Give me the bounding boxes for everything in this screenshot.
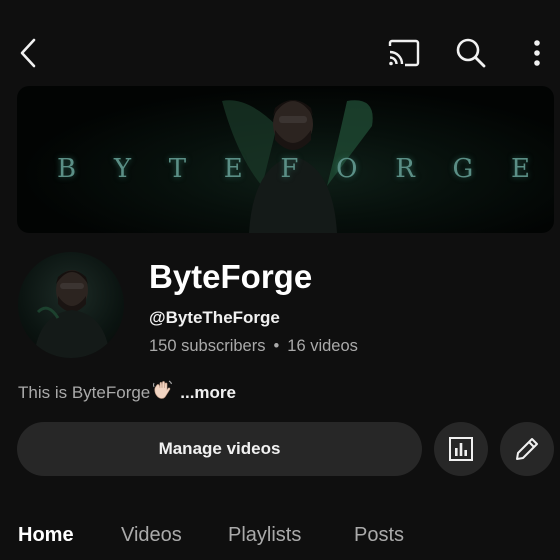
banner-letter: R: [395, 154, 417, 184]
banner-wordmark: B Y T E F O R G E: [17, 154, 554, 184]
avatar-image: [34, 270, 110, 358]
banner-letter: Y: [113, 154, 133, 184]
banner-letter: G: [452, 154, 476, 184]
banner-letter: B: [57, 154, 79, 184]
channel-stats: 150 subscribers • 16 videos: [149, 337, 358, 356]
banner-letter: O: [336, 154, 360, 184]
channel-description[interactable]: This is ByteForge ...more: [18, 379, 236, 406]
channel-banner[interactable]: B Y T E F O R G E: [17, 86, 554, 233]
edit-channel-button[interactable]: [500, 422, 554, 476]
separator-dot: •: [273, 337, 280, 355]
search-button[interactable]: [449, 31, 493, 75]
cast-icon: [388, 39, 420, 67]
channel-handle: @ByteTheForge: [149, 308, 280, 327]
banner-letter: E: [223, 154, 245, 184]
cast-button[interactable]: [382, 31, 426, 75]
waving-hand-icon: [152, 379, 174, 406]
banner-letter: F: [280, 154, 301, 184]
top-bar: [0, 0, 560, 100]
tab-videos[interactable]: Videos: [121, 524, 182, 547]
tab-posts[interactable]: Posts: [354, 524, 404, 547]
pencil-icon: [516, 438, 538, 460]
video-count: 16 videos: [287, 337, 358, 355]
search-icon: [456, 38, 486, 68]
tab-playlists[interactable]: Playlists: [228, 524, 301, 547]
banner-letter: T: [168, 154, 189, 184]
analytics-icon: [449, 437, 473, 461]
banner-letter: E: [510, 154, 532, 184]
description-text: This is ByteForge: [18, 382, 151, 402]
chevron-left-icon: [20, 38, 36, 68]
tab-home[interactable]: Home: [18, 524, 74, 547]
channel-tabs: Home Videos Playlists Posts: [0, 520, 560, 560]
more-options-button[interactable]: [515, 31, 559, 75]
analytics-button[interactable]: [434, 422, 488, 476]
channel-name: ByteForge: [149, 258, 313, 295]
back-button[interactable]: [6, 31, 50, 75]
more-vert-icon: [534, 40, 540, 66]
avatar[interactable]: [18, 252, 124, 358]
manage-videos-button[interactable]: Manage videos: [17, 422, 422, 476]
more-link[interactable]: ...more: [180, 383, 236, 403]
subscriber-count: 150 subscribers: [149, 337, 266, 355]
